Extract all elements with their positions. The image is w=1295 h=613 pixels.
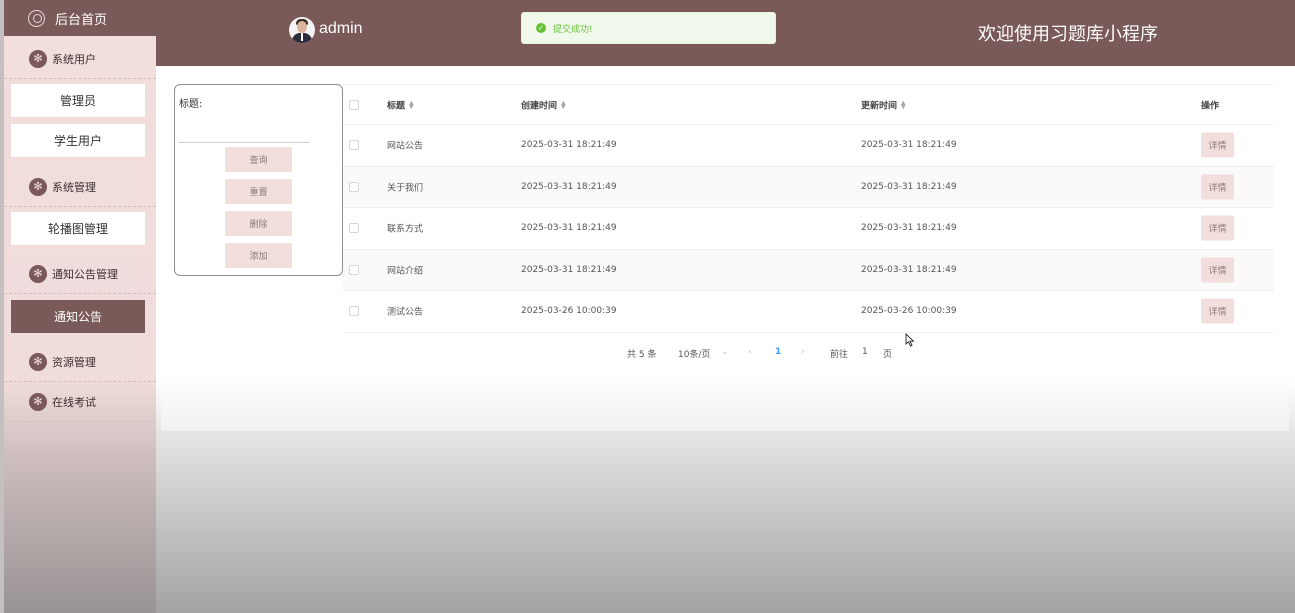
cell-title: 测试公告: [387, 307, 424, 318]
page-size-select[interactable]: 10条/页: [678, 347, 711, 360]
cell-created: 2025-03-31 18:21:49: [521, 223, 617, 234]
sidebar-group-notice-manage[interactable]: ✻ 通知公告管理: [4, 254, 156, 294]
table-row: 网站介绍 2025-03-31 18:21:49 2025-03-31 18:2…: [343, 249, 1274, 291]
cell-title: 联系方式: [387, 224, 424, 235]
check-circle-icon: ✓: [536, 23, 546, 33]
next-page-icon[interactable]: ›: [801, 347, 805, 357]
cell-created: 2025-03-26 10:00:39: [521, 306, 617, 317]
detail-button[interactable]: 详情: [1201, 215, 1234, 241]
cell-created: 2025-03-31 18:21:49: [521, 140, 617, 151]
table-row: 网站公告 2025-03-31 18:21:49 2025-03-31 18:2…: [343, 125, 1274, 167]
cell-updated: 2025-03-31 18:21:49: [861, 223, 957, 234]
cell-title: 网站公告: [387, 141, 424, 152]
goto-page-input[interactable]: 1: [862, 347, 868, 357]
table-row: 关于我们 2025-03-31 18:21:49 2025-03-31 18:2…: [343, 166, 1274, 208]
chevron-down-icon[interactable]: ⌄: [721, 347, 729, 357]
cell-updated: 2025-03-26 10:00:39: [861, 306, 957, 317]
menu-group-icon: ✻: [29, 392, 47, 411]
column-header-ops: 操作: [1201, 101, 1220, 111]
cell-updated: 2025-03-31 18:21:49: [861, 264, 957, 275]
toast-message: 提交成功!: [553, 24, 593, 35]
cell-title: 网站介绍: [387, 266, 424, 277]
row-checkbox[interactable]: [349, 264, 359, 275]
detail-button[interactable]: 详情: [1201, 132, 1234, 158]
sidebar-group-system-manage[interactable]: ✻ 系统管理: [4, 167, 156, 207]
sidebar-home[interactable]: 后台首页: [4, 0, 156, 36]
column-header-updated[interactable]: 更新时间 ▲ ▼: [861, 98, 906, 111]
sidebar-group-label: 系统管理: [52, 180, 96, 194]
mouse-cursor-icon: [905, 333, 915, 347]
sidebar-home-label: 后台首页: [55, 12, 108, 28]
sort-icon[interactable]: ▲ ▼: [901, 100, 906, 110]
menu-group-icon: ✻: [29, 177, 47, 196]
column-header-title[interactable]: 标题 ▲ ▼: [387, 98, 414, 111]
sidebar-group-resource-manage[interactable]: ✻ 资源管理: [4, 342, 156, 382]
select-all-checkbox[interactable]: [349, 99, 359, 110]
sidebar-item-student[interactable]: 学生用户: [11, 124, 145, 157]
table-header-row: 标题 ▲ ▼ 创建时间 ▲ ▼ 更新时间 ▲ ▼ 操作: [343, 85, 1274, 125]
search-title-input[interactable]: [179, 111, 309, 143]
row-checkbox[interactable]: [349, 140, 359, 151]
query-button[interactable]: 查询: [225, 147, 292, 172]
delete-button[interactable]: 删除: [225, 211, 292, 236]
menu-group-icon: ✻: [29, 49, 47, 68]
sidebar-item-admin[interactable]: 管理员: [11, 84, 145, 117]
row-checkbox[interactable]: [349, 181, 359, 192]
sidebar-group-label: 系统用户: [52, 52, 96, 66]
detail-button[interactable]: 详情: [1201, 298, 1234, 324]
menu-group-icon: ✻: [29, 264, 47, 283]
sort-icon[interactable]: ▲ ▼: [409, 100, 414, 110]
column-header-created[interactable]: 创建时间 ▲ ▼: [521, 98, 566, 111]
row-checkbox[interactable]: [349, 223, 359, 234]
page-unit-label: 页: [883, 350, 893, 360]
cell-title: 关于我们: [387, 183, 424, 194]
cell-updated: 2025-03-31 18:21:49: [861, 181, 957, 192]
cell-created: 2025-03-31 18:21:49: [521, 181, 617, 192]
search-title-label: 标题:: [179, 99, 203, 110]
goto-label: 前往: [830, 350, 849, 360]
search-panel: 标题: 查询 重置 删除 添加: [174, 84, 343, 276]
add-button[interactable]: 添加: [225, 243, 292, 268]
cell-created: 2025-03-31 18:21:49: [521, 264, 617, 275]
sidebar-item-carousel[interactable]: 轮播图管理: [11, 212, 145, 245]
prev-page-icon[interactable]: ‹: [748, 347, 752, 357]
cell-updated: 2025-03-31 18:21:49: [861, 140, 957, 151]
current-page[interactable]: 1: [775, 347, 781, 357]
username[interactable]: admin: [319, 20, 363, 38]
success-toast: ✓ 提交成功!: [521, 12, 776, 44]
sidebar-group-label: 资源管理: [52, 355, 96, 369]
row-checkbox[interactable]: [349, 306, 359, 317]
menu-group-icon: ✻: [29, 352, 47, 371]
sidebar-group-system-users[interactable]: ✻ 系统用户: [4, 39, 156, 79]
notice-table: 标题 ▲ ▼ 创建时间 ▲ ▼ 更新时间 ▲ ▼ 操作 网站公告 2025-03-31 18…: [343, 84, 1274, 333]
pagination-total: 共 5 条: [627, 350, 657, 360]
detail-button[interactable]: 详情: [1201, 257, 1234, 283]
sidebar-group-label: 在线考试: [52, 395, 96, 409]
sort-icon[interactable]: ▲ ▼: [561, 100, 566, 110]
detail-button[interactable]: 详情: [1201, 174, 1234, 200]
page-title: 欢迎使用习题库小程序: [978, 24, 1158, 45]
sidebar-item-notice[interactable]: 通知公告: [11, 300, 145, 333]
sidebar-group-online-exam[interactable]: ✻ 在线考试: [4, 382, 156, 422]
avatar[interactable]: [289, 17, 315, 43]
home-circle-icon: [28, 9, 45, 27]
sidebar: 后台首页 ✻ 系统用户 管理员 学生用户 ✻ 系统管理 轮播图管理 ✻ 通知公告…: [0, 0, 156, 613]
sidebar-group-label: 通知公告管理: [52, 267, 118, 281]
reset-button[interactable]: 重置: [225, 179, 292, 204]
table-row: 测试公告 2025-03-26 10:00:39 2025-03-26 10:0…: [343, 291, 1274, 333]
table-row: 联系方式 2025-03-31 18:21:49 2025-03-31 18:2…: [343, 208, 1274, 250]
